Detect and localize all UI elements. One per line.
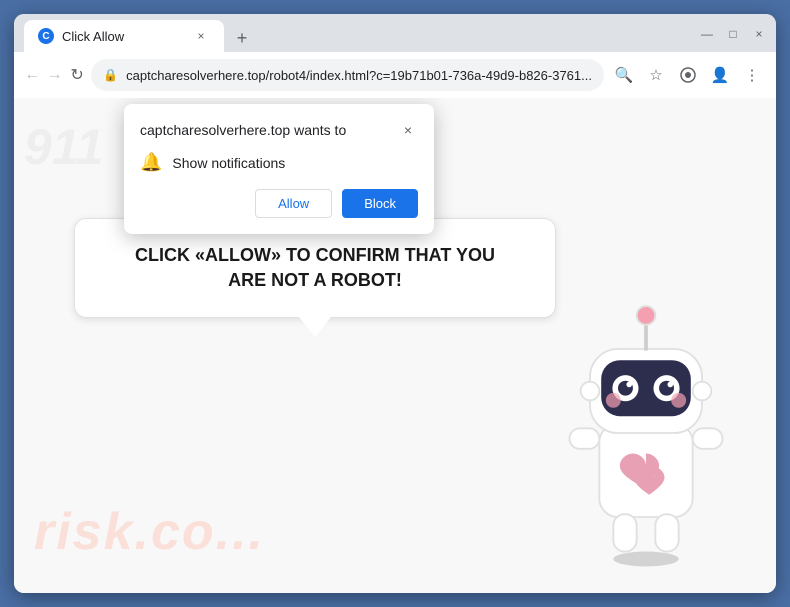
refresh-button[interactable]: ↻ (69, 61, 85, 89)
bell-icon: 🔔 (140, 152, 162, 173)
tab-title: Click Allow (62, 29, 124, 44)
nav-bar: ← → ↻ 🔒 captcharesolverhere.top/robot4/i… (14, 52, 776, 98)
popup-title: captcharesolverhere.top wants to (140, 122, 346, 138)
block-button[interactable]: Block (342, 189, 418, 218)
page-content: 911 risk.co... captcharesolverhere.top w… (14, 98, 776, 593)
search-button[interactable]: 🔍 (610, 61, 638, 89)
window-controls: — □ × (700, 27, 766, 45)
robot-illustration (546, 293, 746, 573)
close-window-button[interactable]: × (752, 27, 766, 41)
popup-close-button[interactable]: × (398, 120, 418, 140)
browser-window: C Click Allow × + — □ × ← → ↻ 🔒 captchar… (14, 14, 776, 593)
notification-text: Show notifications (172, 155, 285, 171)
allow-button[interactable]: Allow (255, 189, 332, 218)
tab-favicon: C (38, 28, 54, 44)
back-button[interactable]: ← (24, 61, 40, 89)
address-bar[interactable]: 🔒 captcharesolverhere.top/robot4/index.h… (91, 59, 604, 91)
robot-svg (546, 293, 746, 573)
active-tab[interactable]: C Click Allow × (24, 20, 224, 52)
lock-icon: 🔒 (103, 68, 118, 82)
popup-notification-row: 🔔 Show notifications (140, 152, 418, 173)
title-bar: C Click Allow × + — □ × (14, 14, 776, 52)
forward-button[interactable]: → (46, 61, 62, 89)
maximize-button[interactable]: □ (726, 27, 740, 41)
popup-header: captcharesolverhere.top wants to × (140, 120, 418, 140)
new-tab-button[interactable]: + (228, 24, 256, 52)
permission-popup: captcharesolverhere.top wants to × 🔔 Sho… (124, 104, 434, 234)
nav-right-icons: 🔍 ☆ 👤 ⋮ (610, 61, 766, 89)
tab-area: C Click Allow × + (24, 20, 696, 52)
watermark-bottom: risk.co... (34, 496, 265, 563)
bookmark-button[interactable]: ☆ (642, 61, 670, 89)
address-text: captcharesolverhere.top/robot4/index.htm… (126, 68, 592, 83)
popup-buttons: Allow Block (140, 189, 418, 218)
main-message: CLICK «ALLOW» TO CONFIRM THAT YOU ARE NO… (105, 243, 525, 293)
extension-icon[interactable] (674, 61, 702, 89)
profile-button[interactable]: 👤 (706, 61, 734, 89)
minimize-button[interactable]: — (700, 27, 714, 41)
watermark-top: 911 (24, 118, 104, 176)
menu-button[interactable]: ⋮ (738, 61, 766, 89)
tab-close-button[interactable]: × (192, 27, 210, 45)
